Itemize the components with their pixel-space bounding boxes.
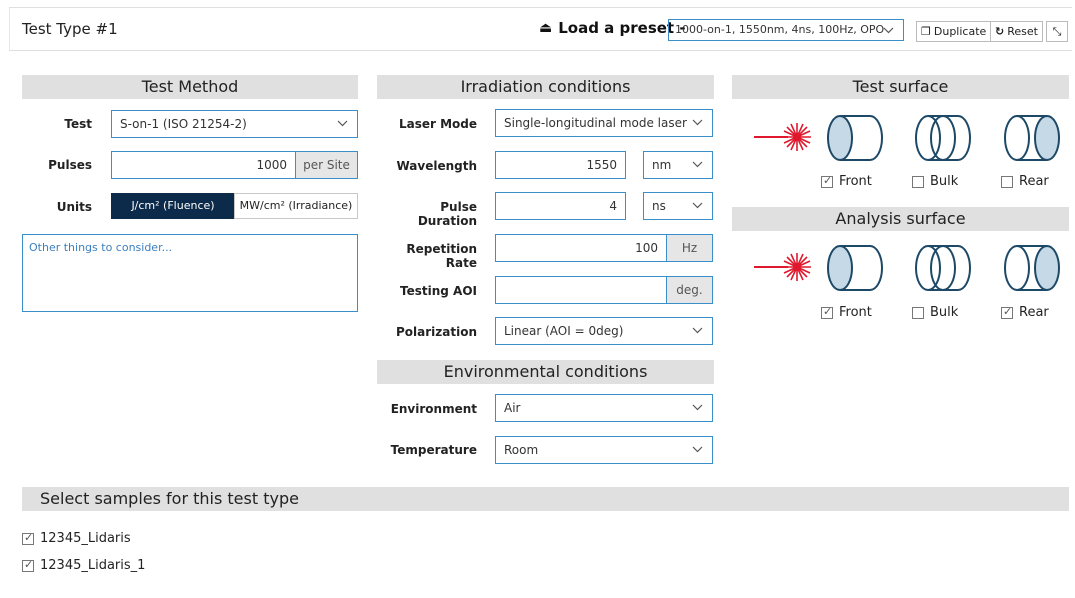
refresh-icon: ↻ [995,25,1005,38]
test-method-heading: Test Method [22,75,358,99]
wavelength-input[interactable]: 1550 [495,151,626,179]
test-surface-rear-label: Rear [1019,174,1049,189]
irradiation-heading: Irradiation conditions [377,75,714,99]
pulses-label: Pulses [48,158,92,172]
load-preset-label: ⏏ Load a preset - [539,19,686,37]
checkbox-icon [1001,305,1013,319]
copy-icon: ❐ [921,25,931,38]
test-select-value: S-on-1 (ISO 21254-2) [120,117,247,131]
collapse-icon: ⤡ [1052,24,1062,38]
chevron-down-icon [691,158,704,171]
test-type-title: Test Type #1 [22,20,118,38]
analysis-surface-bulk-label: Bulk [930,305,959,320]
sample-checkbox-0[interactable]: 12345_Lidaris [22,531,131,546]
environment-select[interactable]: Air [495,394,713,422]
laser-icon [754,250,812,287]
reset-label: Reset [1007,25,1038,38]
temperature-label: Temperature [390,443,477,457]
test-label: Test [64,117,92,131]
test-surface-bulk-label: Bulk [930,174,959,189]
optic-bulk-icon [915,114,971,165]
units-label: Units [56,200,92,214]
analysis-surface-rear-label: Rear [1019,305,1049,320]
test-surface-rear-checkbox[interactable]: Rear [1001,174,1049,189]
optic-rear-icon [1004,114,1062,165]
rep-rate-input[interactable]: 100 [495,234,667,262]
chevron-down-icon [336,117,349,130]
checkbox-icon [22,531,34,545]
polarization-select[interactable]: Linear (AOI = 0deg) [495,317,713,345]
test-surface-front-checkbox[interactable]: Front [821,174,872,189]
aoi-input[interactable] [495,276,667,304]
checkbox-icon [912,175,924,188]
units-option-irradiance[interactable]: MW/cm² (Irradiance) [234,193,358,219]
wavelength-label: Wavelength [396,159,477,173]
optic-rear-icon [1004,244,1062,295]
test-surface-bulk-checkbox[interactable]: Bulk [912,174,958,189]
upload-icon: ⏏ [539,20,553,36]
environment-value: Air [504,401,521,415]
sample-label: 12345_Lidaris_1 [40,558,146,573]
laser-mode-label: Laser Mode [398,117,477,131]
chevron-down-icon [691,116,704,129]
laser-mode-value: Single-longitudinal mode laser [504,116,687,130]
temperature-value: Room [504,443,539,457]
environmental-heading: Environmental conditions [377,360,714,384]
chevron-down-icon [882,24,895,37]
analysis-surface-bulk-checkbox[interactable]: Bulk [912,305,958,320]
pulse-duration-input[interactable]: 4 [495,192,626,220]
aoi-label: Testing AOI [400,284,477,298]
duplicate-button[interactable]: ❐ Duplicate [916,21,992,42]
laser-mode-select[interactable]: Single-longitudinal mode laser [495,109,713,137]
environment-label: Environment [390,402,477,416]
analysis-surface-front-checkbox[interactable]: Front [821,305,872,320]
optic-front-highlight-icon [827,244,883,295]
duplicate-label: Duplicate [933,25,987,38]
sample-checkbox-1[interactable]: 12345_Lidaris_1 [22,558,145,573]
sample-label: 12345_Lidaris [40,531,131,546]
test-type-header: Test Type #1 ⏏ Load a preset - 1000-on-1… [9,7,1072,51]
pulse-duration-unit-select[interactable]: ns [643,192,713,220]
analysis-surface-heading: Analysis surface [732,207,1069,231]
wavelength-unit-value: nm [652,158,672,172]
rep-rate-unit: Hz [667,234,713,262]
checkbox-icon [821,174,833,188]
checkbox-icon [1001,175,1013,188]
preset-select[interactable]: 1000-on-1, 1550nm, 4ns, 100Hz, OPO [668,19,904,41]
wavelength-unit-select[interactable]: nm [643,151,713,179]
pulse-duration-unit-value: ns [652,199,666,213]
optic-bulk-icon [915,244,971,295]
reset-button[interactable]: ↻ Reset [990,21,1043,42]
analysis-surface-front-label: Front [839,305,872,320]
checkbox-icon [22,558,34,572]
notes-textarea[interactable]: Other things to consider... [22,234,358,312]
laser-icon [754,120,812,157]
checkbox-icon [821,305,833,319]
polarization-label: Polarization [396,325,477,339]
chevron-down-icon [691,401,704,414]
rep-rate-label: Repetition Rate [406,242,477,270]
chevron-down-icon [691,199,704,212]
collapse-button[interactable]: ⤡ [1046,21,1068,42]
aoi-unit: deg. [667,276,713,304]
pulse-duration-label: Pulse Duration [417,200,477,228]
test-select[interactable]: S-on-1 (ISO 21254-2) [111,110,358,138]
polarization-value: Linear (AOI = 0deg) [504,324,624,338]
optic-front-highlight-icon [827,114,883,165]
test-surface-front-label: Front [839,174,872,189]
samples-heading: Select samples for this test type [22,487,1069,511]
analysis-surface-rear-checkbox[interactable]: Rear [1001,305,1049,320]
chevron-down-icon [691,443,704,456]
preset-select-value: 1000-on-1, 1550nm, 4ns, 100Hz, OPO [675,23,885,36]
units-option-fluence[interactable]: J/cm² (Fluence) [111,193,235,219]
pulses-unit: per Site [296,151,358,179]
checkbox-icon [912,306,924,319]
pulses-input[interactable]: 1000 [111,151,296,179]
load-preset-text: Load a preset - [558,19,686,37]
temperature-select[interactable]: Room [495,436,713,464]
test-surface-heading: Test surface [732,75,1069,99]
chevron-down-icon [691,324,704,337]
